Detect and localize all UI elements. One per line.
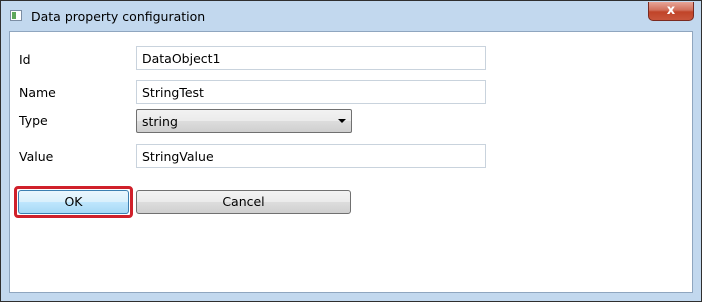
id-label: Id: [19, 52, 31, 67]
type-selected-value: string: [142, 114, 178, 129]
cancel-button[interactable]: Cancel: [136, 190, 351, 214]
type-dropdown[interactable]: string: [136, 109, 352, 133]
window-title: Data property configuration: [31, 9, 206, 24]
type-label: Type: [19, 113, 48, 128]
dialog-window: Data property configuration x Id Name Ty…: [0, 0, 702, 302]
value-label: Value: [19, 149, 54, 164]
close-icon: x: [666, 3, 676, 18]
app-icon: [10, 10, 22, 21]
dialog-content: Id Name Type string Value OK Cancel: [9, 31, 693, 293]
name-label: Name: [19, 85, 56, 100]
name-field[interactable]: [136, 80, 486, 104]
title-bar[interactable]: Data property configuration x: [1, 1, 701, 31]
chevron-down-icon: [338, 119, 346, 123]
close-button[interactable]: x: [648, 2, 694, 21]
value-field[interactable]: [136, 144, 486, 168]
ok-button[interactable]: OK: [18, 190, 129, 214]
id-field[interactable]: [136, 46, 486, 70]
